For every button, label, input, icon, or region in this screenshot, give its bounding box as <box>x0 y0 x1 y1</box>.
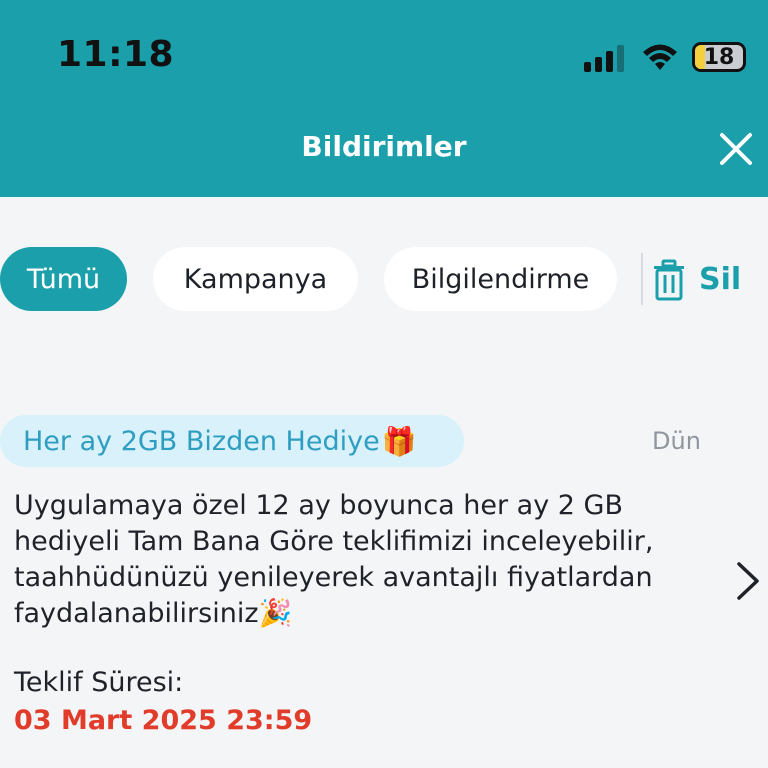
filter-tab-all[interactable]: Tümü <box>0 247 127 311</box>
signal-icon <box>584 42 628 72</box>
offer-duration-label: Teklif Süresi: <box>14 667 184 698</box>
page-title: Bildirimler <box>301 130 467 163</box>
filter-bar: Tümü Kampanya Bilgilendirme Sil <box>0 247 741 311</box>
battery-icon: 18 <box>692 42 746 72</box>
delete-button[interactable]: Sil <box>649 257 741 301</box>
battery-level: 18 <box>703 44 735 70</box>
notification-message-text: Uygulamaya özel 12 ay boyunca her ay 2 G… <box>14 490 654 629</box>
campaign-badge-text: Her ay 2GB Bizden Hediye <box>23 425 380 457</box>
offer-deadline: 03 Mart 2025 23:59 <box>14 705 313 736</box>
wifi-icon <box>643 44 677 70</box>
status-time: 11:18 <box>57 34 175 75</box>
trash-icon <box>654 259 684 301</box>
notification-date: Dün <box>652 427 701 455</box>
filter-divider <box>641 253 643 305</box>
filter-tab-information[interactable]: Bilgilendirme <box>384 247 617 311</box>
notification-message: Uygulamaya özel 12 ay boyunca her ay 2 G… <box>14 488 694 632</box>
app-header: 11:18 18 Bildirimler <box>0 0 768 197</box>
status-icons: 18 <box>584 40 746 74</box>
campaign-badge: Her ay 2GB Bizden Hediye 🎁 <box>0 415 464 467</box>
gift-emoji: 🎁 <box>381 424 417 458</box>
close-icon[interactable] <box>718 131 754 167</box>
delete-label: Sil <box>699 261 742 297</box>
chevron-right-icon[interactable] <box>735 560 761 602</box>
filter-tab-campaign[interactable]: Kampanya <box>153 247 358 311</box>
party-emoji: 🎉 <box>258 598 293 629</box>
